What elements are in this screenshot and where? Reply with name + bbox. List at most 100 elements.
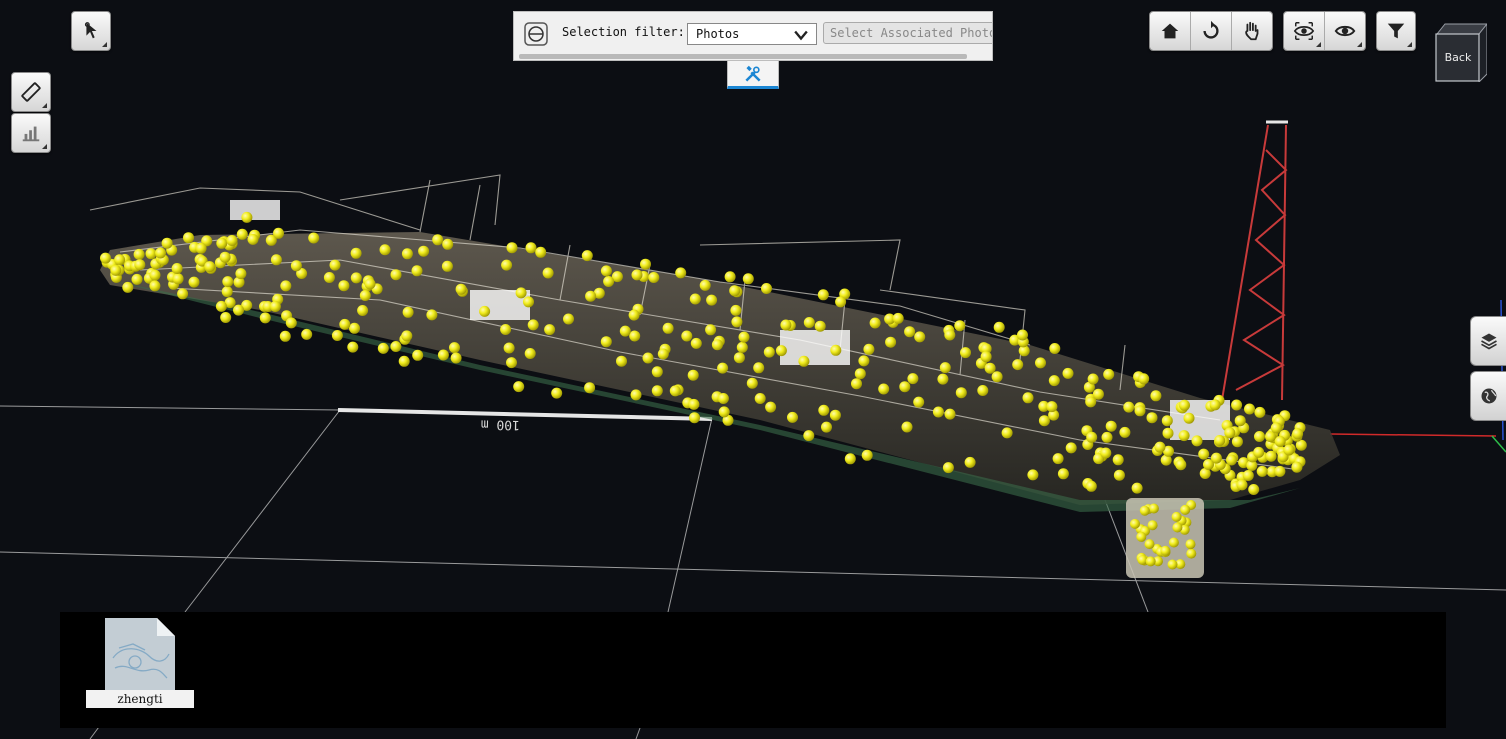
- photo-marker[interactable]: [724, 271, 736, 283]
- photo-marker[interactable]: [675, 267, 687, 279]
- photo-marker[interactable]: [955, 387, 967, 399]
- photo-marker[interactable]: [1161, 415, 1173, 427]
- photo-marker[interactable]: [901, 421, 913, 433]
- photo-marker[interactable]: [1226, 454, 1237, 466]
- photo-marker[interactable]: [479, 305, 491, 317]
- photo-marker[interactable]: [195, 242, 207, 254]
- photo-marker[interactable]: [269, 301, 281, 312]
- photo-marker[interactable]: [551, 387, 563, 399]
- photo-marker[interactable]: [711, 339, 723, 351]
- photo-marker[interactable]: [939, 362, 951, 374]
- photo-marker[interactable]: [689, 412, 700, 424]
- photo-marker[interactable]: [630, 389, 642, 401]
- photo-marker[interactable]: [1274, 436, 1286, 447]
- photo-marker[interactable]: [1203, 459, 1214, 470]
- photo-marker[interactable]: [259, 312, 271, 324]
- photo-marker[interactable]: [1131, 482, 1143, 494]
- filter-button[interactable]: [1376, 11, 1416, 51]
- photo-marker[interactable]: [640, 258, 651, 270]
- photo-marker[interactable]: [515, 287, 527, 299]
- measure-tool-button[interactable]: [11, 72, 51, 112]
- navigation-cube[interactable]: Back: [1435, 22, 1489, 84]
- photo-marker[interactable]: [390, 341, 402, 352]
- photo-marker[interactable]: [273, 227, 284, 239]
- photo-marker[interactable]: [1017, 329, 1028, 341]
- photo-marker[interactable]: [736, 341, 748, 353]
- photo-marker[interactable]: [542, 267, 554, 279]
- photo-marker[interactable]: [942, 462, 954, 474]
- photo-marker[interactable]: [301, 328, 313, 340]
- photo-marker[interactable]: [350, 272, 362, 284]
- photo-marker[interactable]: [331, 330, 343, 341]
- photo-marker[interactable]: [742, 273, 754, 285]
- photo-marker[interactable]: [1292, 428, 1304, 440]
- photo-marker[interactable]: [964, 456, 976, 468]
- photo-marker[interactable]: [1035, 357, 1046, 369]
- photo-marker[interactable]: [1048, 375, 1060, 387]
- photo-marker[interactable]: [1001, 427, 1013, 439]
- photo-marker[interactable]: [1100, 447, 1112, 459]
- photo-marker[interactable]: [689, 293, 701, 305]
- photo-marker[interactable]: [1270, 422, 1282, 434]
- photo-marker[interactable]: [500, 324, 512, 335]
- photo-marker[interactable]: [858, 355, 870, 367]
- photo-marker[interactable]: [280, 280, 292, 292]
- photo-marker[interactable]: [798, 355, 810, 367]
- photo-marker[interactable]: [1065, 442, 1077, 454]
- photo-marker[interactable]: [247, 233, 259, 245]
- photo-marker[interactable]: [1274, 465, 1286, 477]
- photo-marker[interactable]: [412, 349, 424, 361]
- photo-marker[interactable]: [1012, 359, 1024, 371]
- photo-marker[interactable]: [754, 393, 766, 404]
- photo-marker[interactable]: [814, 320, 826, 332]
- photo-marker[interactable]: [188, 276, 200, 288]
- photo-marker[interactable]: [718, 406, 730, 418]
- photo-marker[interactable]: [149, 269, 161, 281]
- photo-marker[interactable]: [1160, 545, 1171, 556]
- filterbar-scrollbar[interactable]: [519, 54, 967, 59]
- layers-button[interactable]: [1470, 316, 1506, 366]
- photo-marker[interactable]: [506, 357, 517, 369]
- photo-marker[interactable]: [984, 362, 996, 374]
- photo-marker[interactable]: [835, 296, 847, 308]
- photo-marker[interactable]: [221, 286, 233, 298]
- photo-marker[interactable]: [1283, 444, 1295, 456]
- photo-marker[interactable]: [830, 344, 842, 356]
- photo-marker[interactable]: [133, 248, 145, 260]
- photo-marker[interactable]: [1236, 479, 1248, 491]
- photo-marker[interactable]: [681, 330, 693, 342]
- photo-marker[interactable]: [729, 285, 741, 297]
- profile-tool-button[interactable]: [11, 113, 51, 153]
- photo-marker[interactable]: [1183, 412, 1195, 424]
- photo-marker[interactable]: [220, 312, 232, 323]
- photo-marker[interactable]: [907, 373, 919, 385]
- photo-marker[interactable]: [1253, 446, 1265, 458]
- photo-marker[interactable]: [1179, 399, 1190, 411]
- photo-marker[interactable]: [1291, 461, 1303, 473]
- photo-marker[interactable]: [122, 281, 134, 293]
- photo-marker[interactable]: [131, 273, 143, 285]
- photo-marker[interactable]: [398, 355, 410, 367]
- photo-marker[interactable]: [1254, 406, 1266, 418]
- photo-marker[interactable]: [1147, 520, 1158, 531]
- photo-marker[interactable]: [563, 313, 574, 325]
- photo-marker[interactable]: [1178, 430, 1190, 442]
- photo-marker[interactable]: [279, 330, 291, 342]
- photo-marker[interactable]: [171, 263, 183, 274]
- photo-marker[interactable]: [161, 237, 173, 249]
- photo-marker[interactable]: [885, 336, 897, 348]
- photo-marker[interactable]: [177, 288, 189, 300]
- globe-button[interactable]: [1470, 371, 1506, 421]
- filter-toggle-icon[interactable]: [524, 22, 548, 46]
- photo-marker[interactable]: [651, 366, 663, 378]
- photo-marker[interactable]: [411, 265, 423, 277]
- photo-marker[interactable]: [1085, 396, 1097, 408]
- photo-marker[interactable]: [172, 273, 184, 285]
- photo-marker[interactable]: [1231, 436, 1243, 448]
- photo-marker[interactable]: [1134, 405, 1146, 417]
- look-around-button[interactable]: [1284, 12, 1325, 50]
- photo-marker[interactable]: [1105, 420, 1117, 432]
- photo-marker[interactable]: [1057, 468, 1069, 480]
- photo-marker[interactable]: [1046, 401, 1058, 413]
- photo-marker[interactable]: [1172, 522, 1183, 533]
